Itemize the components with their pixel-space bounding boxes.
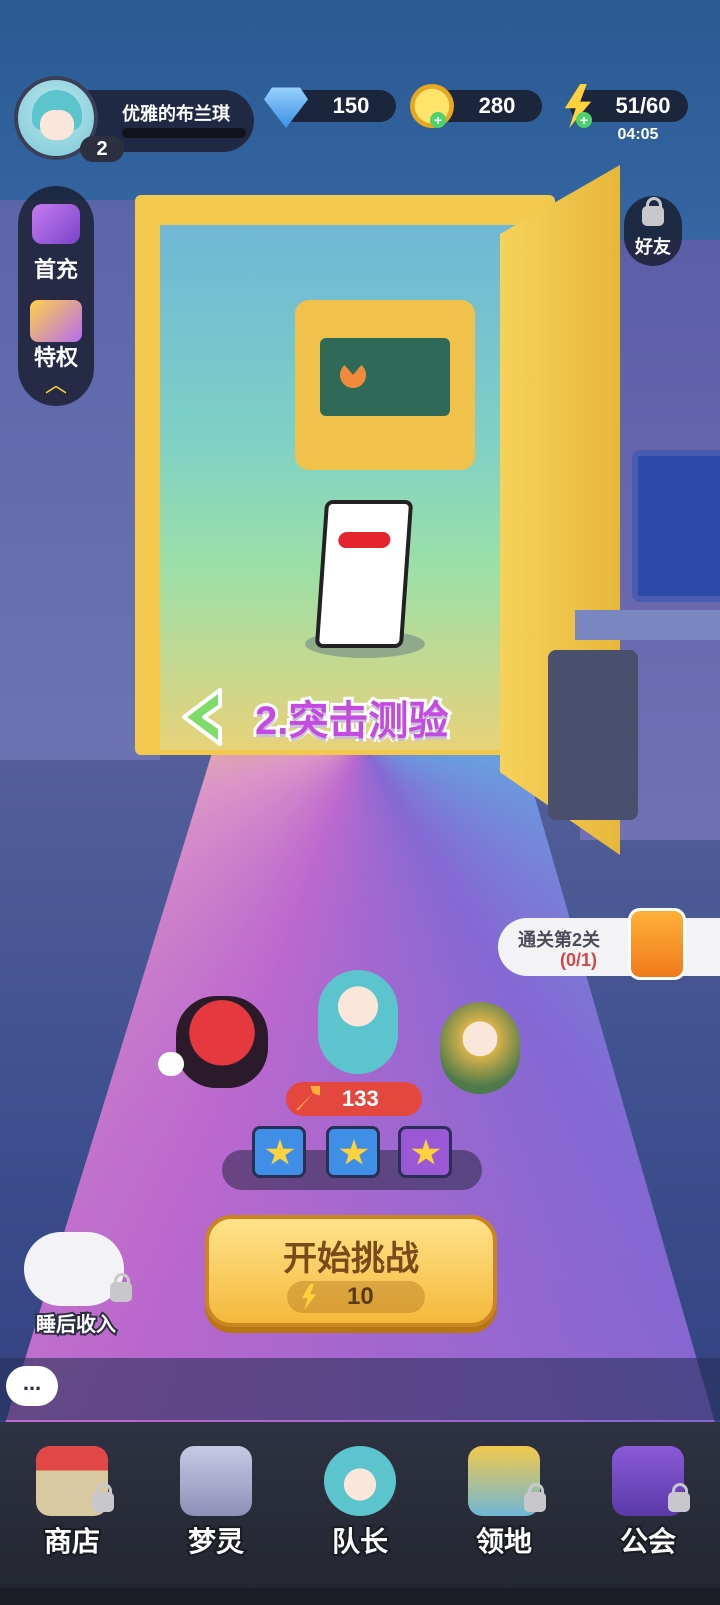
tab-label: 商店 bbox=[42, 1524, 102, 1559]
home-indicator bbox=[0, 1588, 720, 1605]
star-icon bbox=[339, 1139, 369, 1165]
energy-timer: 04:05 bbox=[617, 126, 659, 143]
bottom-tab-bar: 商店 梦灵 队长 领地 公会 bbox=[0, 1422, 720, 1605]
side-menu: 首充 特权 ︿ bbox=[18, 186, 94, 406]
sleep-income-label: 睡后收入 bbox=[34, 1312, 118, 1338]
quest-title: 通关第2关 bbox=[518, 930, 601, 950]
tab-label: 公会 bbox=[618, 1524, 678, 1559]
pacman-icon bbox=[340, 362, 366, 388]
hero-captain[interactable] bbox=[318, 970, 398, 1074]
energy-value: 51/60 bbox=[615, 93, 671, 118]
player-name: 优雅的布兰琪 bbox=[122, 104, 230, 124]
player-level: 2 bbox=[80, 136, 124, 162]
energy-cost-icon bbox=[301, 1284, 317, 1310]
gem-value: 150 bbox=[332, 93, 370, 118]
stage-title: 2.突击测验 bbox=[252, 696, 451, 746]
quest-progress: (0/1) bbox=[560, 950, 598, 970]
coin-value: 280 bbox=[478, 93, 516, 118]
first-recharge-label[interactable]: 首充 bbox=[18, 252, 94, 284]
monitor bbox=[632, 450, 720, 602]
sword-icon bbox=[296, 1086, 320, 1110]
ghost-pet bbox=[158, 1052, 184, 1076]
pc-tower bbox=[548, 650, 638, 820]
privilege-cards-icon[interactable] bbox=[30, 300, 82, 342]
sleeping-sheep-icon bbox=[24, 1232, 124, 1306]
energy-counter[interactable]: + 51/60 bbox=[564, 84, 688, 128]
previous-stage-arrow-icon[interactable] bbox=[180, 688, 224, 746]
lock-icon bbox=[668, 1483, 690, 1512]
paper-enemy bbox=[314, 500, 414, 648]
enemy-eyes bbox=[337, 532, 391, 548]
gem-counter[interactable]: 150 bbox=[264, 87, 396, 128]
energy-cost-value: 10 bbox=[347, 1283, 374, 1310]
desk bbox=[575, 610, 720, 640]
hammer-icon[interactable] bbox=[32, 204, 80, 244]
tab-dream-spirit[interactable]: 梦灵 bbox=[144, 1422, 288, 1582]
team-power-badge: 133 bbox=[286, 1082, 422, 1116]
xp-bar bbox=[122, 128, 246, 138]
lock-icon bbox=[642, 197, 664, 226]
start-challenge-button[interactable]: 开始挑战 10 bbox=[205, 1215, 497, 1327]
star-icon bbox=[265, 1139, 295, 1165]
privilege-label[interactable]: 特权 bbox=[18, 340, 94, 372]
avatar-face bbox=[40, 110, 74, 140]
captain-icon bbox=[324, 1446, 396, 1516]
lock-icon bbox=[110, 1273, 132, 1302]
chevron-up-icon[interactable]: ︿ bbox=[44, 374, 68, 396]
friends-label: 好友 bbox=[635, 237, 671, 257]
star-icon bbox=[411, 1139, 441, 1165]
player-profile[interactable]: 2 优雅的布兰琪 bbox=[14, 76, 254, 162]
reward-bottle-icon bbox=[628, 908, 686, 980]
tab-guild[interactable]: 公会 bbox=[576, 1422, 720, 1582]
friends-button[interactable]: 好友 bbox=[624, 196, 682, 266]
tab-label: 队长 bbox=[330, 1524, 390, 1559]
team-power-value: 133 bbox=[342, 1086, 379, 1111]
hero-witch[interactable] bbox=[176, 996, 268, 1088]
sleep-income-button[interactable]: 睡后收入 bbox=[10, 1218, 136, 1338]
tab-label: 领地 bbox=[474, 1524, 534, 1559]
coin-counter[interactable]: + 280 bbox=[410, 84, 542, 128]
start-challenge-label: 开始挑战 bbox=[283, 1240, 419, 1278]
arcade-icon bbox=[180, 1446, 252, 1516]
chat-bubble-icon[interactable]: ... bbox=[6, 1366, 58, 1406]
energy-cost: 10 bbox=[287, 1281, 425, 1313]
tab-territory[interactable]: 领地 bbox=[432, 1422, 576, 1582]
quest-panel[interactable]: 通关第2关 (0/1) bbox=[498, 918, 720, 976]
hero-bard[interactable] bbox=[440, 1002, 520, 1094]
chest-icon[interactable] bbox=[398, 1126, 452, 1178]
tab-label: 梦灵 bbox=[186, 1524, 246, 1559]
chest-icon[interactable] bbox=[252, 1126, 306, 1178]
tab-shop[interactable]: 商店 bbox=[0, 1422, 144, 1582]
lock-icon bbox=[524, 1483, 546, 1512]
lock-icon bbox=[92, 1483, 114, 1512]
arcade-machine bbox=[295, 300, 475, 470]
tab-captain[interactable]: 队长 bbox=[288, 1422, 432, 1582]
chest-icon[interactable] bbox=[326, 1126, 380, 1178]
chat-strip bbox=[0, 1358, 720, 1420]
